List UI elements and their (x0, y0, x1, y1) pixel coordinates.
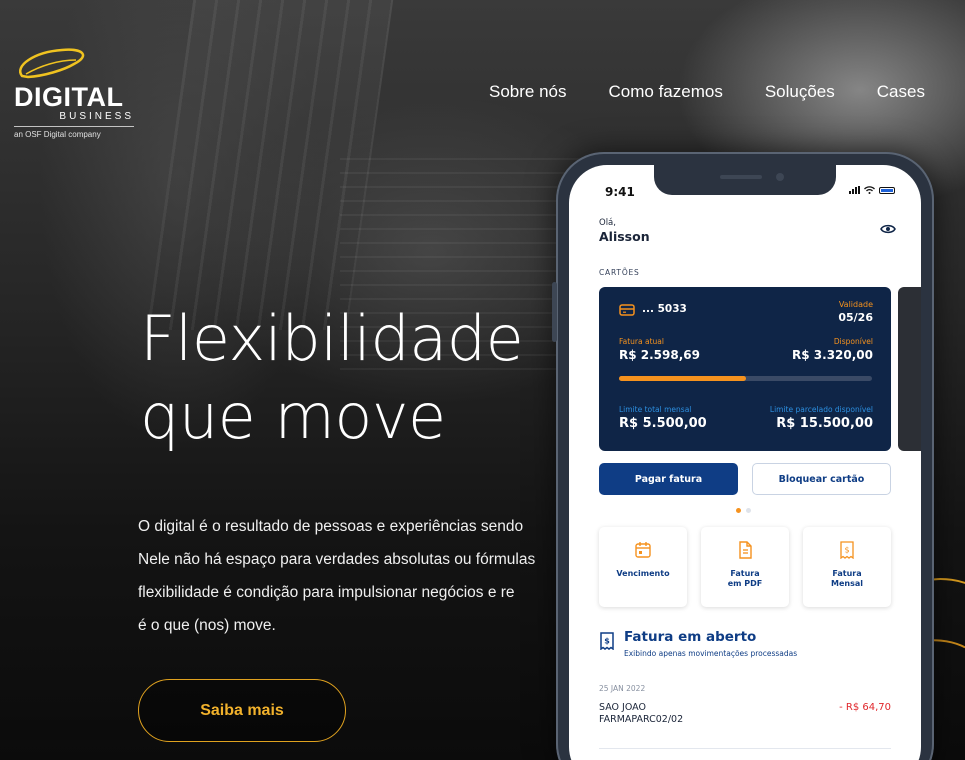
validity-value: 05/26 (838, 311, 873, 324)
status-time: 9:41 (605, 185, 635, 199)
card-number: ... 5033 (642, 303, 687, 315)
signal-icon (849, 186, 860, 194)
open-bill-subtitle: Exibindo apenas movimentações processada… (624, 649, 798, 658)
monthly-bill-action[interactable]: $ Fatura Mensal (803, 527, 891, 607)
next-card-preview[interactable] (898, 287, 921, 451)
credit-card[interactable]: ... 5033 Validade 05/26 Fatura atual R$ … (599, 287, 891, 451)
front-camera (776, 173, 784, 181)
hero-description-line: Nele não há espaço para verdades absolut… (138, 551, 536, 568)
receipt-icon: $ (840, 541, 854, 559)
block-card-button[interactable]: Bloquear cartão (752, 463, 891, 495)
nav-link-cases[interactable]: Cases (877, 82, 925, 102)
monthly-limit-label: Limite total mensal (619, 405, 692, 414)
calendar-icon (635, 542, 651, 558)
hero-description: O digital é o resultado de pessoas e exp… (138, 510, 563, 642)
hero-description-line: flexibilidade é condição para impulsiona… (138, 584, 515, 601)
limit-usage-fill (619, 376, 746, 381)
hero-description-line: O digital é o resultado de pessoas e exp… (138, 518, 524, 535)
open-bill-title: Fatura em aberto (624, 629, 757, 645)
bill-pdf-action[interactable]: Fatura em PDF (701, 527, 789, 607)
logo-divider (14, 126, 134, 127)
status-icons (849, 186, 895, 194)
nav-link-sobre-nos[interactable]: Sobre nós (489, 82, 567, 102)
wifi-icon (864, 186, 875, 194)
svg-text:$: $ (844, 546, 849, 555)
due-date-label: Vencimento (616, 569, 670, 578)
logo-wordmark: DIGITAL (14, 82, 124, 112)
bill-pdf-label: Fatura em PDF (727, 569, 763, 588)
installment-limit-value: R$ 15.500,00 (776, 416, 873, 431)
transaction-divider (599, 748, 891, 749)
available-value: R$ 3.320,00 (792, 348, 873, 362)
monthly-limit-value: R$ 5.500,00 (619, 416, 707, 431)
nav-link-solucoes[interactable]: Soluções (765, 82, 835, 102)
logo-swoosh-icon (19, 48, 85, 79)
transaction-date: 25 JAN 2022 (599, 684, 646, 693)
phone-mockup: 9:41 Olá, Alisson CARTÕES ... 5033 Valid… (552, 152, 934, 760)
logo-tagline: an OSF Digital company (14, 130, 101, 139)
phone-notch (654, 165, 836, 195)
phone-side-button (552, 282, 557, 342)
transaction-merchant: SAO JOAO (599, 702, 646, 713)
due-date-action[interactable]: Vencimento (599, 527, 687, 607)
hero-title-line: que move (140, 380, 446, 453)
logo-subtitle: BUSINESS (59, 111, 134, 122)
limit-usage-bar (619, 376, 872, 381)
current-bill-label: Fatura atual (619, 337, 664, 346)
available-label: Disponível (833, 337, 873, 346)
hero-title-line: Flexibilidade (140, 302, 524, 375)
monthly-bill-label: Fatura Mensal (831, 569, 863, 588)
greeting: Olá, (599, 218, 616, 228)
document-icon (739, 541, 752, 559)
speaker-grille (720, 175, 762, 179)
pay-bill-button[interactable]: Pagar fatura (599, 463, 738, 495)
brand-logo[interactable]: DIGITAL BUSINESS an OSF Digital company (14, 46, 144, 139)
battery-icon (879, 186, 895, 194)
current-bill-value: R$ 2.598,69 (619, 348, 700, 362)
validity-label: Validade (838, 300, 873, 309)
transaction-amount: - R$ 64,70 (839, 702, 891, 713)
hero-description-line: é o que (nos) move. (138, 617, 276, 634)
installment-limit-label: Limite parcelado disponível (769, 405, 873, 414)
user-name: Alisson (599, 229, 650, 244)
carousel-dots (736, 508, 751, 513)
svg-text:$: $ (604, 637, 610, 646)
cards-section-label: CARTÕES (599, 268, 640, 277)
carousel-dot[interactable] (746, 508, 751, 513)
transaction-detail: FARMAPARC02/02 (599, 714, 684, 725)
phone-screen: 9:41 Olá, Alisson CARTÕES ... 5033 Valid… (569, 165, 921, 760)
hero-title: Flexibilidade que move (140, 300, 570, 456)
main-nav: Sobre nós Como fazemos Soluções Cases (489, 82, 925, 102)
card-icon (619, 304, 635, 316)
bill-icon: $ (600, 632, 614, 650)
nav-link-como-fazemos[interactable]: Como fazemos (609, 82, 723, 102)
carousel-dot-active[interactable] (736, 508, 741, 513)
transaction-description[interactable]: SAO JOAO FARMAPARC02/02 (599, 702, 749, 726)
saiba-mais-button[interactable]: Saiba mais (138, 679, 346, 742)
eye-icon[interactable] (880, 223, 896, 235)
